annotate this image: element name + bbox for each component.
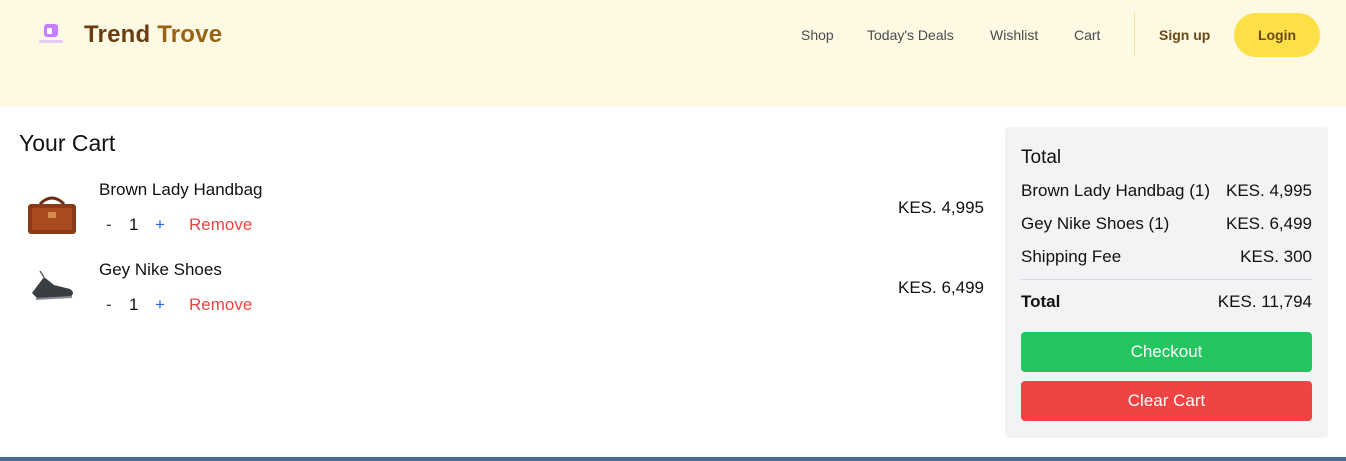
clear-cart-button[interactable]: Clear Cart — [1021, 381, 1312, 421]
site-header: Trend Trove Shop Today's Deals Wishlist … — [0, 0, 1346, 107]
item-quantity: 1 — [129, 215, 139, 234]
nav-divider — [1134, 12, 1135, 56]
brand-word-2: Trove — [157, 21, 223, 48]
bottom-border — [0, 457, 1346, 461]
summary-row-label: Shipping Fee — [1021, 247, 1122, 266]
item-price: KES. 6,499 — [898, 278, 985, 297]
increase-qty-button[interactable]: + — [155, 215, 165, 235]
login-button[interactable]: Login — [1234, 13, 1320, 57]
remove-item-button[interactable]: Remove — [189, 295, 252, 315]
brand-name[interactable]: Trend Trove — [84, 21, 222, 49]
summary-total-label: Total — [1021, 292, 1061, 311]
summary-total-value: KES. 11,794 — [1217, 292, 1312, 311]
brand-logo-icon[interactable] — [36, 22, 66, 46]
handbag-image — [28, 196, 76, 234]
summary-divider — [1021, 279, 1312, 280]
summary-row-label: Gey Nike Shoes (1) — [1021, 214, 1170, 233]
increase-qty-button[interactable]: + — [155, 295, 165, 315]
item-price: KES. 4,995 — [898, 198, 985, 217]
remove-item-button[interactable]: Remove — [189, 215, 252, 235]
item-quantity: 1 — [129, 295, 139, 314]
nav-shop[interactable]: Shop — [801, 27, 834, 43]
shoes-image — [32, 270, 73, 300]
signup-link[interactable]: Sign up — [1159, 27, 1210, 43]
order-summary: Total Brown Lady Handbag (1) KES. 4,995 … — [1005, 127, 1328, 438]
decrease-qty-button[interactable]: - — [106, 215, 112, 235]
summary-row-label: Brown Lady Handbag (1) — [1021, 181, 1211, 200]
summary-row-value: KES. 6,499 — [1225, 214, 1312, 233]
summary-title: Total — [1021, 147, 1062, 168]
nav-wishlist[interactable]: Wishlist — [990, 27, 1038, 43]
brand-word-1: Trend — [84, 21, 151, 48]
item-name: Gey Nike Shoes — [99, 260, 222, 279]
item-name: Brown Lady Handbag — [99, 180, 263, 199]
cart-title: Your Cart — [19, 130, 116, 156]
nav-cart[interactable]: Cart — [1074, 27, 1100, 43]
nav-todays-deals[interactable]: Today's Deals — [867, 27, 954, 43]
summary-row-value: KES. 300 — [1240, 247, 1312, 266]
checkout-button[interactable]: Checkout — [1021, 332, 1312, 372]
summary-row-value: KES. 4,995 — [1225, 181, 1312, 200]
decrease-qty-button[interactable]: - — [106, 295, 112, 315]
